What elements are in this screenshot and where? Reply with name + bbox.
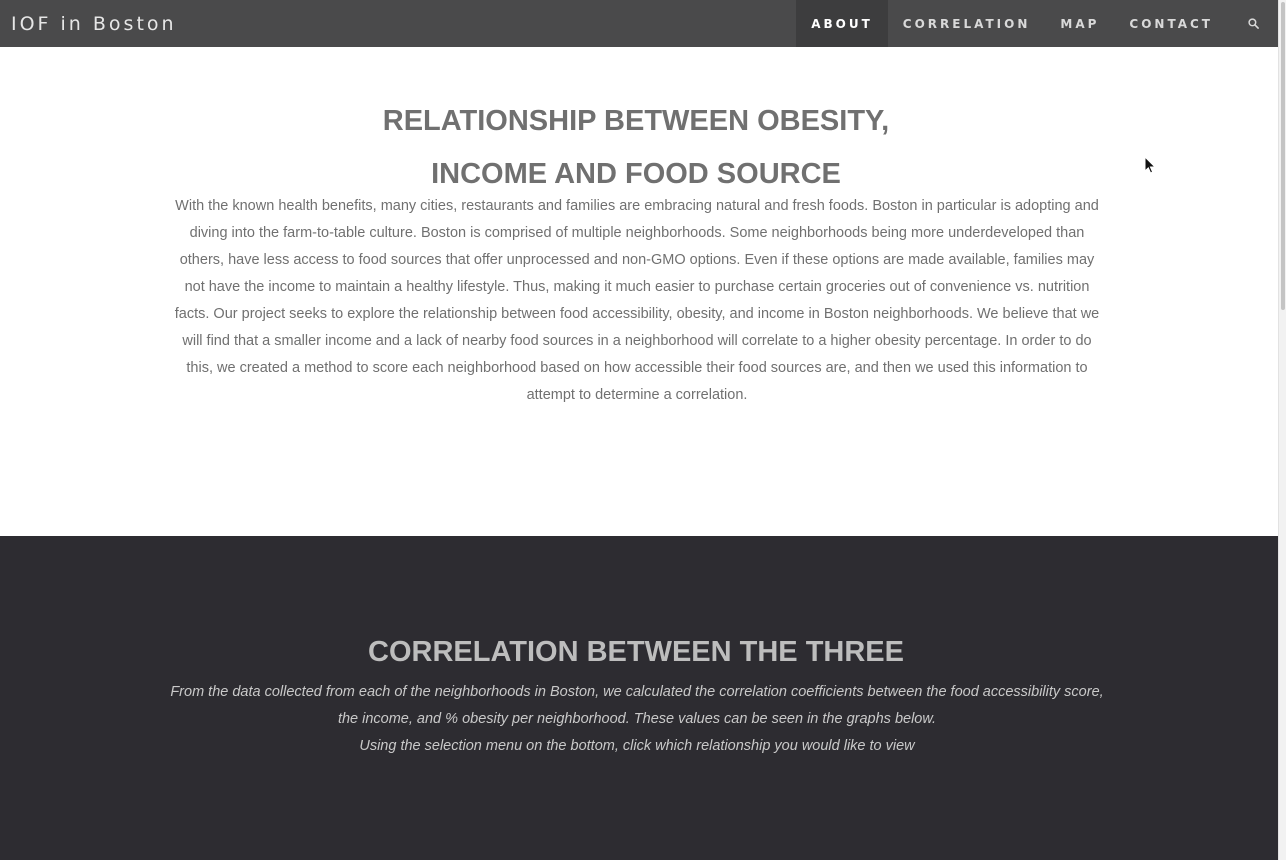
nav-item-contact[interactable]: CONTACT bbox=[1114, 0, 1228, 47]
nav-menu: ABOUT CORRELATION MAP CONTACT bbox=[796, 0, 1278, 47]
about-section: RELATIONSHIP BETWEEN OBESITY, INCOME AND… bbox=[0, 47, 1278, 536]
correlation-instructions: Using the selection menu on the bottom, … bbox=[359, 738, 915, 754]
correlation-description: From the data collected from each of the… bbox=[170, 679, 1104, 760]
search-icon bbox=[1247, 18, 1259, 29]
nav-item-about[interactable]: ABOUT bbox=[796, 0, 888, 47]
nav-item-map[interactable]: MAP bbox=[1045, 0, 1114, 47]
about-title-line1: RELATIONSHIP BETWEEN OBESITY, bbox=[382, 105, 890, 137]
navbar: IOF in Boston ABOUT CORRELATION MAP CONT… bbox=[0, 0, 1278, 47]
vertical-scrollbar[interactable] bbox=[1278, 0, 1286, 860]
brand-logo[interactable]: IOF in Boston bbox=[0, 13, 177, 35]
correlation-title: CORRELATION BETWEEN THE THREE bbox=[368, 636, 904, 668]
scrollbar-thumb[interactable] bbox=[1281, 2, 1285, 310]
about-description: With the known health benefits, many cit… bbox=[174, 198, 1100, 403]
correlation-section: CORRELATION BETWEEN THE THREE From the d… bbox=[0, 536, 1278, 860]
correlation-description-line1: From the data collected from each of the… bbox=[170, 684, 1104, 727]
about-title: RELATIONSHIP BETWEEN OBESITY, INCOME AND… bbox=[0, 95, 1272, 201]
mouse-cursor-icon bbox=[1144, 156, 1156, 174]
page: IOF in Boston ABOUT CORRELATION MAP CONT… bbox=[0, 0, 1286, 860]
nav-item-correlation[interactable]: CORRELATION bbox=[888, 0, 1046, 47]
search-button[interactable] bbox=[1228, 0, 1278, 47]
